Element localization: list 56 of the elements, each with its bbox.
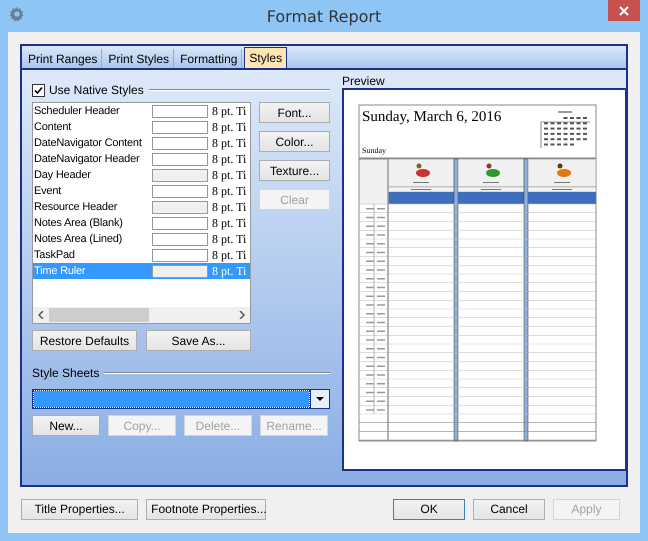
style-name: Notes Area (Lined) bbox=[33, 233, 124, 245]
style-item[interactable]: DateNavigator Header 8 pt. Ti bbox=[33, 151, 250, 167]
font-description: 8 pt. Ti bbox=[212, 152, 246, 166]
font-description: 8 pt. Ti bbox=[212, 264, 246, 278]
dropdown-arrow-icon bbox=[316, 397, 324, 401]
style-name: Event bbox=[33, 185, 62, 197]
style-name: Scheduler Header bbox=[33, 105, 120, 117]
font-description: 8 pt. Ti bbox=[212, 168, 246, 182]
style-item[interactable]: Scheduler Header 8 pt. Ti bbox=[33, 103, 250, 119]
button[interactable]: Title Properties... bbox=[21, 498, 138, 520]
style-item[interactable]: Notes Area (Lined) 8 pt. Ti bbox=[33, 231, 250, 247]
checkbox[interactable] bbox=[32, 84, 45, 96]
close-icon bbox=[619, 6, 629, 16]
style-name: Content bbox=[33, 121, 72, 133]
date-title: Sunday, March 6, 2016 bbox=[362, 109, 502, 125]
style-item[interactable]: Event 8 pt. Ti bbox=[33, 183, 250, 199]
font-description: 8 pt. Ti bbox=[212, 120, 246, 134]
button[interactable]: OK bbox=[393, 498, 466, 520]
button[interactable]: Color... bbox=[259, 131, 330, 152]
group-label: Style Sheets bbox=[32, 366, 100, 380]
style-name: Notes Area (Blank) bbox=[33, 217, 124, 229]
button[interactable]: Font... bbox=[259, 102, 330, 123]
font-description: 8 pt. Ti bbox=[212, 216, 246, 230]
tab[interactable]: Styles bbox=[244, 47, 288, 68]
style-name: Day Header bbox=[33, 169, 92, 181]
checkbox-label[interactable]: Use Native Styles bbox=[49, 83, 144, 97]
style-name: Resource Header bbox=[33, 201, 118, 213]
style-name: DateNavigator Content bbox=[33, 137, 143, 149]
day-label: Sunday bbox=[362, 146, 386, 155]
style-item[interactable]: Notes Area (Blank) 8 pt. Ti bbox=[33, 215, 250, 231]
font-description: 8 pt. Ti bbox=[212, 184, 246, 198]
button[interactable]: New... bbox=[32, 415, 100, 436]
style-item[interactable]: Content 8 pt. Ti bbox=[33, 119, 250, 135]
button[interactable]: Restore Defaults bbox=[32, 330, 137, 351]
close-button[interactable] bbox=[608, 0, 640, 21]
font-description: 8 pt. Ti bbox=[212, 136, 246, 150]
style-sheet-dropdown[interactable] bbox=[32, 389, 330, 409]
style-name: DateNavigator Header bbox=[33, 153, 140, 165]
style-item[interactable]: Resource Header 8 pt. Ti bbox=[33, 199, 250, 215]
preview-label: Preview bbox=[342, 74, 386, 88]
style-item[interactable]: TaskPad 8 pt. Ti bbox=[33, 247, 250, 263]
calendar-drawing bbox=[540, 111, 590, 148]
button[interactable]: Footnote Properties... bbox=[146, 498, 266, 520]
style-item[interactable]: DateNavigator Content 8 pt. Ti bbox=[33, 135, 250, 151]
style-item[interactable]: Day Header 8 pt. Ti bbox=[33, 167, 250, 183]
font-description: 8 pt. Ti bbox=[212, 248, 246, 262]
font-description: 8 pt. Ti bbox=[212, 104, 246, 118]
button[interactable]: Texture... bbox=[259, 160, 330, 181]
font-description: 8 pt. Ti bbox=[212, 232, 246, 246]
font-description: 8 pt. Ti bbox=[212, 200, 246, 214]
style-name: TaskPad bbox=[33, 249, 76, 261]
style-name: Time Ruler bbox=[33, 265, 86, 277]
button[interactable]: Cancel bbox=[473, 498, 545, 520]
horizontal-scrollbar[interactable] bbox=[33, 307, 250, 323]
window-title: Format Report bbox=[266, 7, 382, 26]
button[interactable]: Save As... bbox=[146, 330, 251, 351]
